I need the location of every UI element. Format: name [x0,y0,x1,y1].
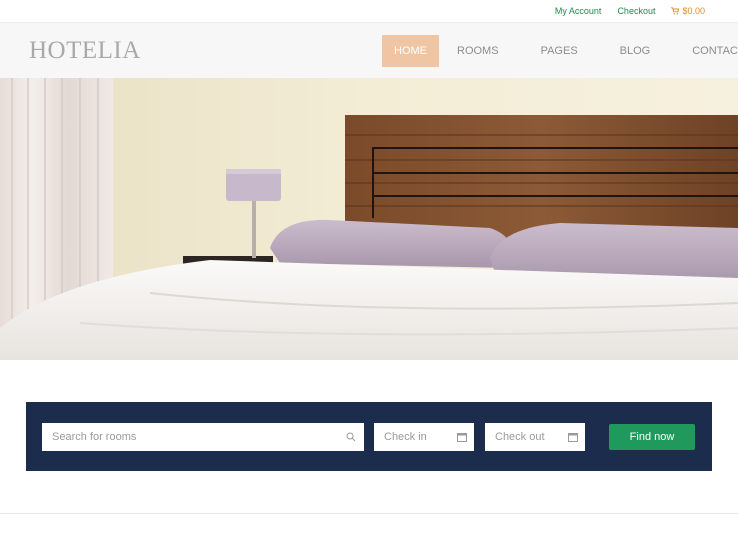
checkin-field [374,423,474,451]
site-logo[interactable]: HOTELIA [29,37,141,65]
top-bar: My Account Checkout $0.00 [0,0,738,22]
my-account-link[interactable]: My Account [555,6,602,16]
search-icon [346,432,356,442]
nav-item-home[interactable]: HOME [382,35,439,67]
nav-item-contacts[interactable]: CONTACTS [680,35,738,67]
nav-item-pages[interactable]: PAGES [529,35,590,67]
nav-item-blog[interactable]: BLOG [608,35,663,67]
account-links: My Account Checkout $0.00 [555,6,705,16]
hero-image [0,78,738,360]
checkout-field [485,423,585,451]
search-field [42,423,364,451]
calendar-icon[interactable] [568,432,578,442]
calendar-icon[interactable] [457,432,467,442]
main-nav: HOME ROOMS PAGES BLOG CONTACTS [382,35,738,67]
checkout-link[interactable]: Checkout [617,6,655,16]
site-header: HOTELIA HOME ROOMS PAGES BLOG CONTACTS [0,22,738,78]
cart-link[interactable]: $0.00 [671,6,705,16]
find-now-button[interactable]: Find now [609,424,695,450]
search-input[interactable] [42,423,364,451]
bedroom-photo [0,78,738,360]
section-divider [0,513,738,514]
cart-icon [671,7,680,15]
nav-item-rooms[interactable]: ROOMS [445,35,511,67]
cart-total: $0.00 [682,6,705,16]
booking-form: Find now [26,402,712,471]
